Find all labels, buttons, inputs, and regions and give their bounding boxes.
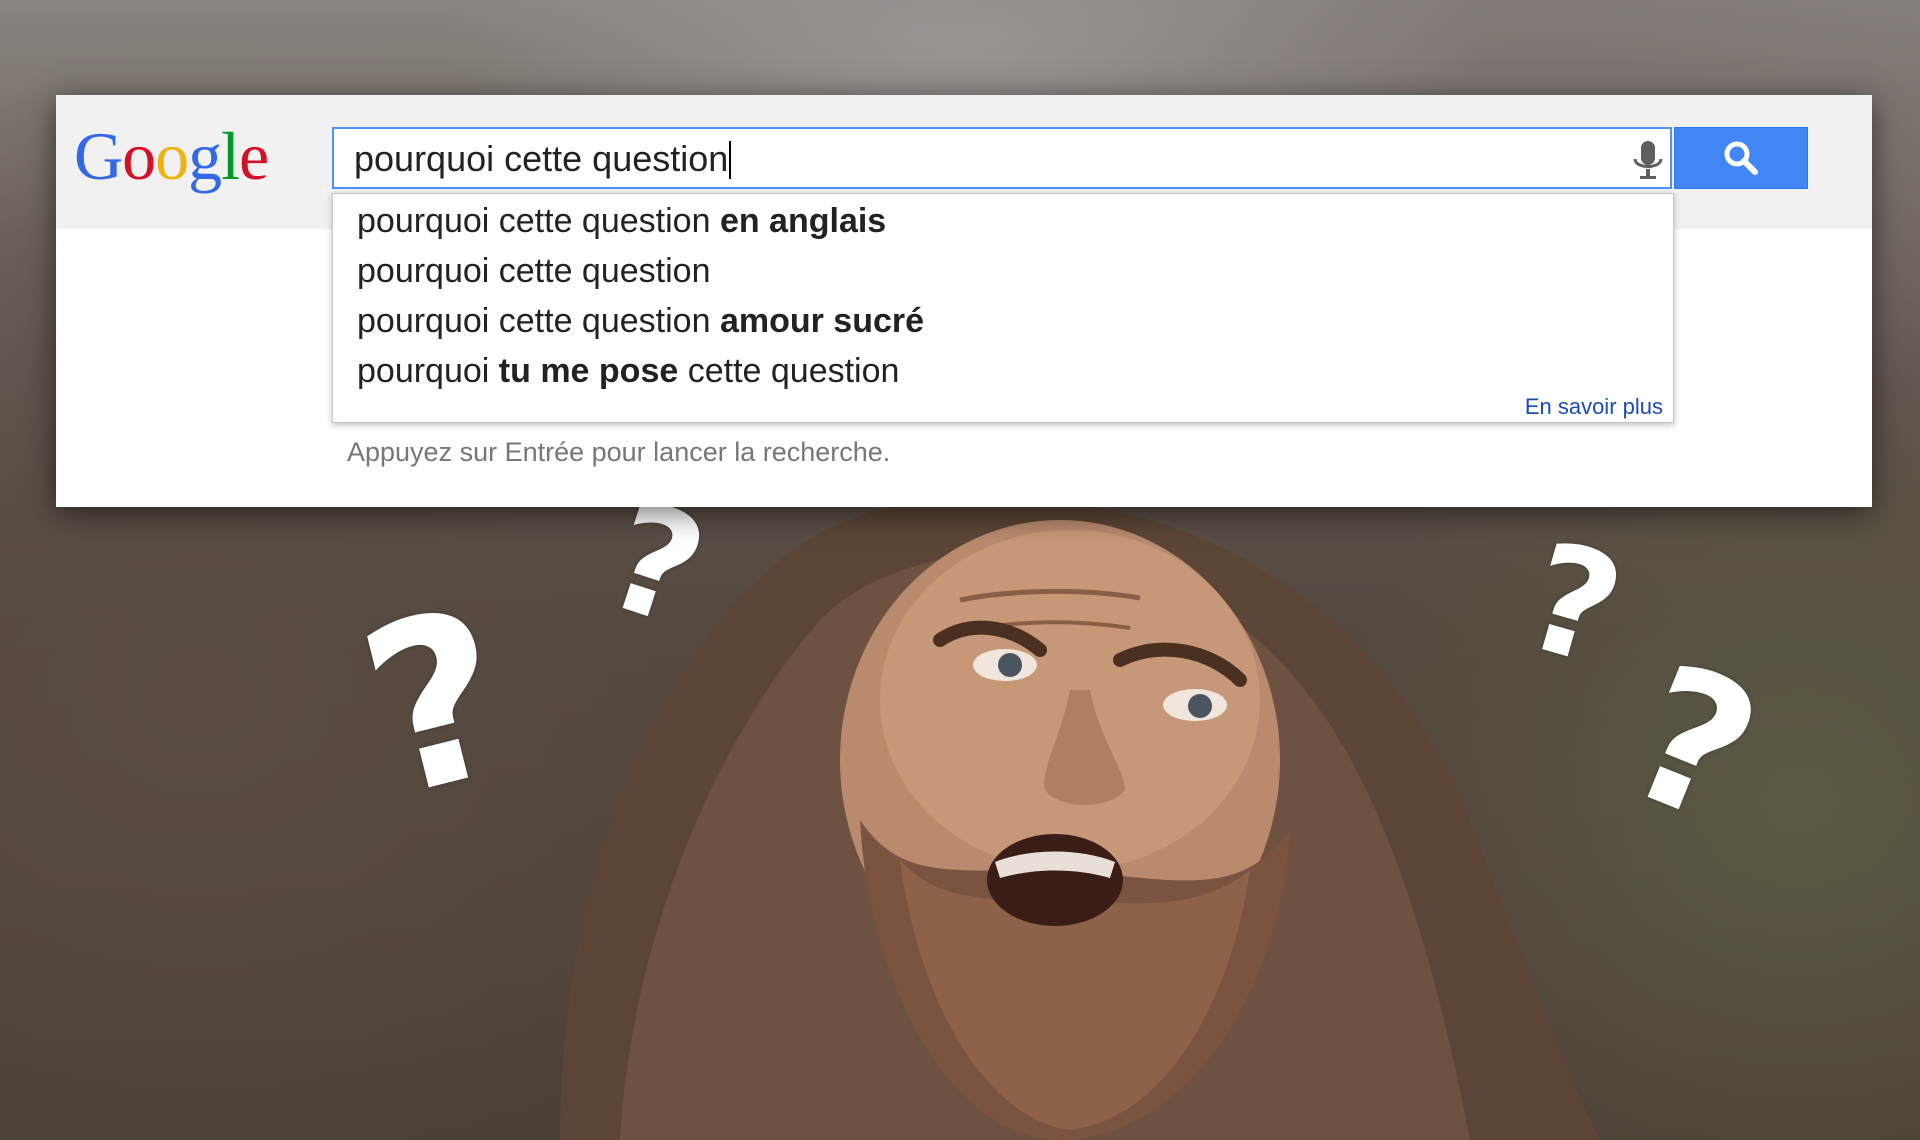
logo-letter: l bbox=[221, 118, 240, 194]
suggestion-completion: amour sucré bbox=[719, 302, 925, 340]
search-input[interactable] bbox=[354, 139, 1574, 179]
text-caret bbox=[729, 141, 732, 179]
suggestion-item[interactable]: pourquoi cette question en anglais bbox=[333, 196, 1673, 246]
enter-hint-text: Appuyez sur Entrée pour lancer la recher… bbox=[347, 437, 891, 467]
suggestion-item[interactable]: pourquoi cette question bbox=[333, 246, 1673, 296]
suggestion-text: cette question bbox=[678, 352, 900, 390]
magnifier-icon bbox=[1724, 141, 1758, 175]
learn-more-link[interactable]: En savoir plus bbox=[1525, 394, 1663, 420]
suggestion-item[interactable]: pourquoi tu me pose cette question bbox=[333, 346, 1673, 396]
suggestion-text: pourquoi cette question bbox=[357, 202, 720, 240]
logo-letter: o bbox=[122, 118, 156, 194]
microphone-icon[interactable] bbox=[1630, 139, 1666, 183]
autocomplete-dropdown: pourquoi cette question en anglais pourq… bbox=[332, 193, 1674, 423]
logo-letter: G bbox=[74, 118, 123, 194]
search-box[interactable] bbox=[332, 127, 1672, 189]
google-search-panel: Google pourquoi cette question en anglai… bbox=[56, 95, 1872, 507]
suggestion-text: pourquoi cette question bbox=[357, 302, 720, 340]
suggestion-completion: en anglais bbox=[719, 202, 887, 240]
logo-letter: o bbox=[155, 118, 189, 194]
logo-letter: e bbox=[239, 118, 269, 194]
suggestion-text: pourquoi cette question bbox=[357, 252, 711, 290]
suggestion-item[interactable]: pourquoi cette question amour sucré bbox=[333, 296, 1673, 346]
suggestion-completion: tu me pose bbox=[498, 352, 679, 390]
suggestion-text: pourquoi bbox=[357, 352, 499, 390]
google-logo[interactable]: Google bbox=[74, 117, 269, 196]
logo-letter: g bbox=[188, 118, 222, 194]
search-button[interactable] bbox=[1674, 127, 1808, 189]
